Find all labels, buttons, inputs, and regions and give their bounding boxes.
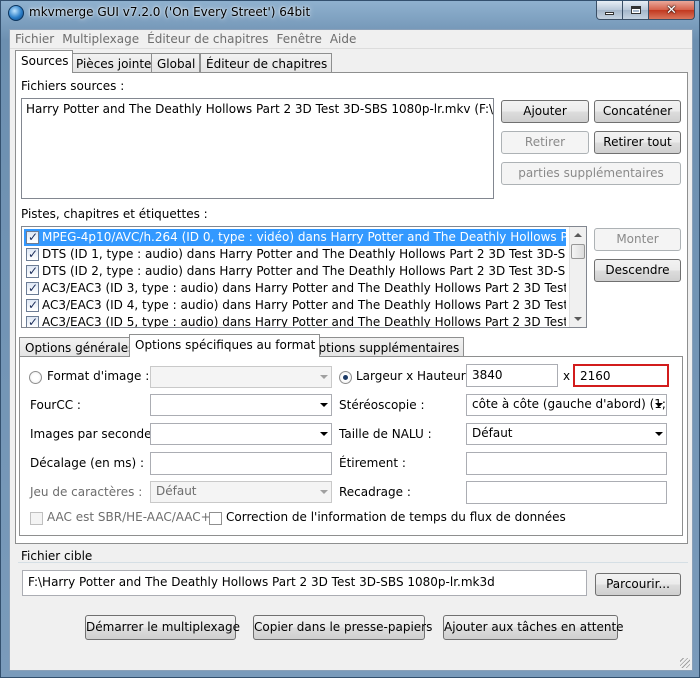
remove-all-button[interactable]: Retirer tout [594, 131, 681, 154]
size-radio[interactable] [339, 371, 352, 384]
window-title: mkvmerge GUI v7.2.0 ('On Every Street') … [29, 5, 311, 19]
chevron-down-icon [320, 490, 328, 494]
tab-editeur-chapitres[interactable]: Éditeur de chapitres [200, 53, 333, 73]
nalu-select[interactable]: Défaut [466, 423, 667, 445]
stretch-input[interactable] [466, 452, 667, 475]
tracks-list[interactable]: MPEG-4p10/AVC/h.264 (ID 0, type : vidéo)… [21, 226, 587, 328]
menu-multiplexage[interactable]: Multiplexage [59, 30, 144, 48]
menu-fichier[interactable]: Fichier [12, 30, 59, 48]
fps-label: Images par seconde : [30, 427, 160, 441]
client-area: Fichier Multiplexage Éditeur de chapitre… [9, 29, 693, 671]
track-checkbox[interactable] [26, 314, 39, 327]
window-controls: ✕ [596, 1, 695, 20]
tab-global[interactable]: Global [151, 53, 201, 73]
charset-label: Jeu de caractères : [30, 485, 143, 499]
minimize-button[interactable] [596, 1, 623, 20]
browse-button[interactable]: Parcourir... [595, 573, 681, 596]
close-icon: ✕ [666, 2, 677, 18]
stereo-label: Stéréoscopie : [339, 398, 425, 412]
track-row[interactable]: AC3/EAC3 (ID 5, type : audio) dans Harry… [24, 314, 566, 327]
image-format-label: Format d'image : [47, 369, 150, 383]
chevron-down-icon [320, 375, 328, 379]
source-files-list[interactable]: Harry Potter and The Deathly Hollows Par… [21, 98, 494, 199]
fourcc-select[interactable] [150, 394, 332, 416]
width-input[interactable]: 3840 [466, 364, 558, 387]
image-format-select[interactable] [150, 366, 332, 388]
extra-parts-button[interactable]: parties supplémentaires [501, 162, 681, 185]
target-separator [18, 562, 688, 563]
source-file-item[interactable]: Harry Potter and The Deathly Hollows Par… [26, 102, 493, 116]
tab-options-generales[interactable]: Options générales [19, 337, 140, 357]
app-window: mkvmerge GUI v7.2.0 ('On Every Street') … [0, 0, 700, 678]
tab-sources[interactable]: Sources [15, 50, 74, 73]
offset-input[interactable] [150, 452, 332, 475]
close-button[interactable]: ✕ [649, 1, 695, 20]
offset-label: Décalage (en ms) : [30, 456, 145, 470]
chevron-down-icon [655, 403, 663, 407]
concat-button[interactable]: Concaténer [594, 100, 681, 123]
tracks-label: Pistes, chapitres et étiquettes : [21, 207, 208, 221]
track-row[interactable]: DTS (ID 2, type : audio) dans Harry Pott… [24, 263, 566, 280]
tracks-scrollbar[interactable] [569, 227, 586, 327]
times-label: x [563, 369, 571, 383]
chevron-down-icon [655, 432, 663, 436]
resize-grip-icon[interactable] [680, 658, 690, 668]
aac-sbr-checkbox[interactable] [30, 512, 43, 525]
track-row[interactable]: AC3/EAC3 (ID 3, type : audio) dans Harry… [24, 280, 566, 297]
stereo-select[interactable]: côte à côte (gauche d'abord) (1; s [466, 394, 667, 416]
target-label: Fichier cible [21, 549, 93, 563]
chevron-down-icon [320, 403, 328, 407]
scroll-up-icon[interactable] [574, 233, 582, 237]
scroll-thumb[interactable] [571, 244, 585, 259]
move-up-button[interactable]: Monter [594, 228, 681, 251]
track-row[interactable]: AC3/EAC3 (ID 4, type : audio) dans Harry… [24, 297, 566, 314]
crop-label: Recadrage : [339, 485, 411, 499]
track-row[interactable]: DTS (ID 1, type : audio) dans Harry Pott… [24, 246, 566, 263]
minimize-icon [605, 11, 614, 15]
fourcc-label: FourCC : [30, 398, 81, 412]
image-format-radio[interactable] [29, 371, 42, 384]
maximize-button[interactable] [623, 1, 649, 20]
aac-sbr-label: AAC est SBR/HE-AAC/AAC+ [47, 510, 211, 524]
scroll-down-icon[interactable] [574, 317, 582, 321]
height-input[interactable]: 2160 [573, 364, 669, 387]
size-label: Largeur x Hauteur : [356, 369, 474, 383]
menu-editeur-chapitres[interactable]: Éditeur de chapitres [144, 30, 273, 48]
add-button[interactable]: Ajouter [501, 100, 589, 123]
sources-label: Fichiers sources : [21, 79, 125, 93]
menu-bar: Fichier Multiplexage Éditeur de chapitre… [10, 30, 692, 49]
chevron-down-icon [320, 432, 328, 436]
timecode-fix-label: Correction de l'information de temps du … [226, 510, 566, 524]
app-icon [8, 5, 24, 21]
menu-fenetre[interactable]: Fenêtre [273, 30, 326, 48]
copy-clipboard-button[interactable]: Copier dans le presse-papiers [253, 615, 432, 640]
tab-pieces-jointes[interactable]: Pièces jointes [70, 53, 163, 73]
track-checkbox[interactable] [26, 297, 39, 313]
charset-select[interactable]: Défaut [150, 481, 332, 503]
menu-aide[interactable]: Aide [327, 30, 362, 48]
move-down-button[interactable]: Descendre [594, 259, 681, 282]
track-checkbox[interactable] [26, 280, 39, 296]
track-checkbox[interactable] [26, 229, 39, 245]
track-checkbox[interactable] [26, 263, 39, 279]
stretch-label: Étirement : [339, 456, 406, 470]
tab-options-specifiques[interactable]: Options spécifiques au format [129, 334, 321, 357]
add-to-queue-button[interactable]: Ajouter aux tâches en attente [443, 615, 624, 640]
fps-select[interactable] [150, 423, 332, 445]
format-options-panel: Format d'image : Largeur x Hauteur : 384… [19, 356, 683, 536]
remove-button[interactable]: Retirer [501, 131, 589, 154]
track-row[interactable]: MPEG-4p10/AVC/h.264 (ID 0, type : vidéo)… [24, 229, 566, 246]
crop-input[interactable] [466, 481, 667, 504]
title-bar[interactable]: mkvmerge GUI v7.2.0 ('On Every Street') … [1, 1, 699, 29]
start-mux-button[interactable]: Démarrer le multiplexage [85, 615, 240, 640]
target-path-input[interactable]: F:\Harry Potter and The Deathly Hollows … [22, 570, 587, 596]
maximize-icon [630, 6, 641, 14]
track-checkbox[interactable] [26, 246, 39, 262]
nalu-label: Taille de NALU : [339, 427, 432, 441]
sources-panel: Fichiers sources : Harry Potter and The … [15, 72, 688, 544]
timecode-fix-checkbox[interactable] [209, 512, 222, 525]
tab-options-supplementaires[interactable]: Options supplémentaires [303, 337, 465, 357]
